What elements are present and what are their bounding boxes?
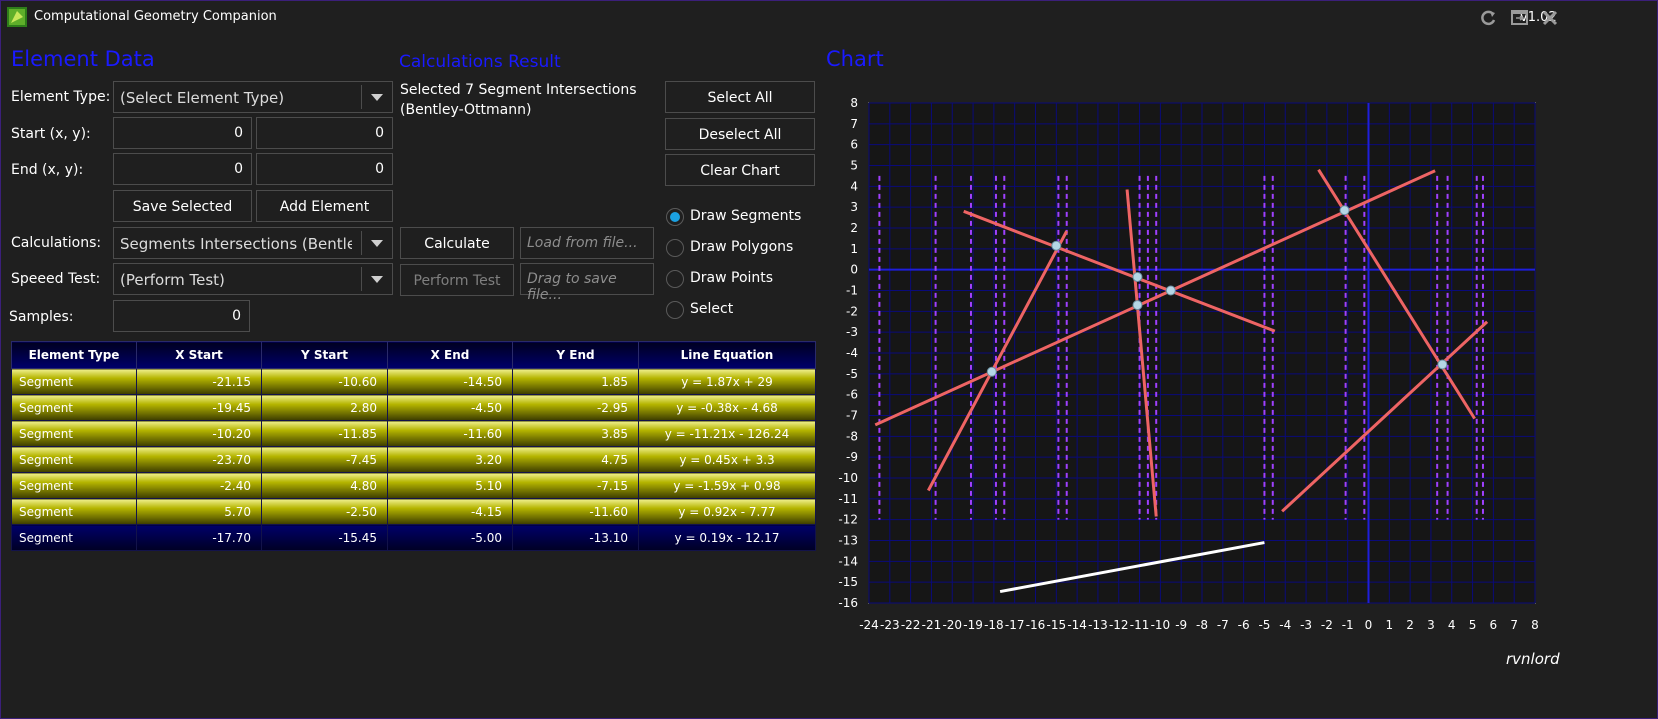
x-tick-label: -8 — [1196, 618, 1208, 632]
y-tick-label: -7 — [846, 409, 858, 423]
x-tick-label: -10 — [1151, 618, 1171, 632]
y-tick-label: -8 — [846, 429, 858, 443]
y-tick-label: 3 — [850, 200, 858, 214]
x-tick-label: -14 — [1067, 618, 1087, 632]
y-tick-label: -5 — [846, 367, 858, 381]
chart-canvas[interactable]: 876543210-1-2-3-4-5-6-7-8-9-10-11-12-13-… — [0, 0, 1658, 719]
x-tick-label: -13 — [1088, 618, 1108, 632]
y-tick-label: 1 — [850, 242, 858, 256]
y-tick-label: -14 — [838, 554, 858, 568]
y-tick-label: -11 — [838, 492, 858, 506]
x-tick-label: -21 — [922, 618, 942, 632]
x-tick-label: 7 — [1510, 618, 1518, 632]
y-tick-label: -12 — [838, 513, 858, 527]
x-tick-label: -9 — [1175, 618, 1187, 632]
x-tick-label: -17 — [1005, 618, 1025, 632]
x-tick-label: 6 — [1490, 618, 1498, 632]
x-tick-label: 3 — [1427, 618, 1435, 632]
x-tick-label: -24 — [859, 618, 879, 632]
y-tick-label: 2 — [850, 221, 858, 235]
y-tick-label: -3 — [846, 325, 858, 339]
author-signature: rvnlord — [1506, 650, 1560, 668]
intersection-point — [1132, 271, 1143, 282]
y-tick-label: -10 — [838, 471, 858, 485]
x-tick-label: -22 — [901, 618, 921, 632]
x-tick-label: -23 — [880, 618, 900, 632]
intersection-point — [1165, 285, 1176, 296]
x-tick-label: -16 — [1026, 618, 1046, 632]
x-tick-label: 4 — [1448, 618, 1456, 632]
x-tick-label: -4 — [1279, 618, 1291, 632]
x-tick-label: -3 — [1300, 618, 1312, 632]
x-tick-label: -6 — [1238, 618, 1250, 632]
intersection-point — [1132, 300, 1143, 311]
y-tick-label: -2 — [846, 304, 858, 318]
x-tick-label: 8 — [1531, 618, 1539, 632]
x-tick-label: -20 — [942, 618, 962, 632]
x-tick-label: -18 — [984, 618, 1004, 632]
intersection-point — [1339, 205, 1350, 216]
x-tick-label: -1 — [1342, 618, 1354, 632]
y-tick-label: 4 — [850, 179, 858, 193]
y-tick-label: -6 — [846, 388, 858, 402]
x-tick-label: 2 — [1406, 618, 1414, 632]
y-tick-label: -4 — [846, 346, 858, 360]
x-tick-label: -2 — [1321, 618, 1333, 632]
x-tick-label: 5 — [1469, 618, 1477, 632]
x-tick-label: -7 — [1217, 618, 1229, 632]
y-tick-label: 7 — [850, 117, 858, 131]
y-tick-label: -15 — [838, 575, 858, 589]
y-tick-label: -1 — [846, 284, 858, 298]
x-tick-label: -5 — [1258, 618, 1270, 632]
intersection-point — [1051, 240, 1062, 251]
y-tick-label: -13 — [838, 534, 858, 548]
y-tick-label: 8 — [850, 96, 858, 110]
y-tick-label: 0 — [850, 263, 858, 277]
y-tick-label: -16 — [838, 596, 858, 610]
x-tick-label: -12 — [1109, 618, 1129, 632]
y-tick-label: -9 — [846, 450, 858, 464]
x-tick-label: 0 — [1365, 618, 1373, 632]
y-tick-label: 5 — [850, 159, 858, 173]
intersection-point — [986, 366, 997, 377]
intersection-point — [1437, 359, 1448, 370]
x-tick-label: -19 — [963, 618, 983, 632]
y-tick-label: 6 — [850, 138, 858, 152]
x-tick-label: 1 — [1385, 618, 1393, 632]
x-tick-label: -11 — [1130, 618, 1150, 632]
x-tick-label: -15 — [1047, 618, 1067, 632]
